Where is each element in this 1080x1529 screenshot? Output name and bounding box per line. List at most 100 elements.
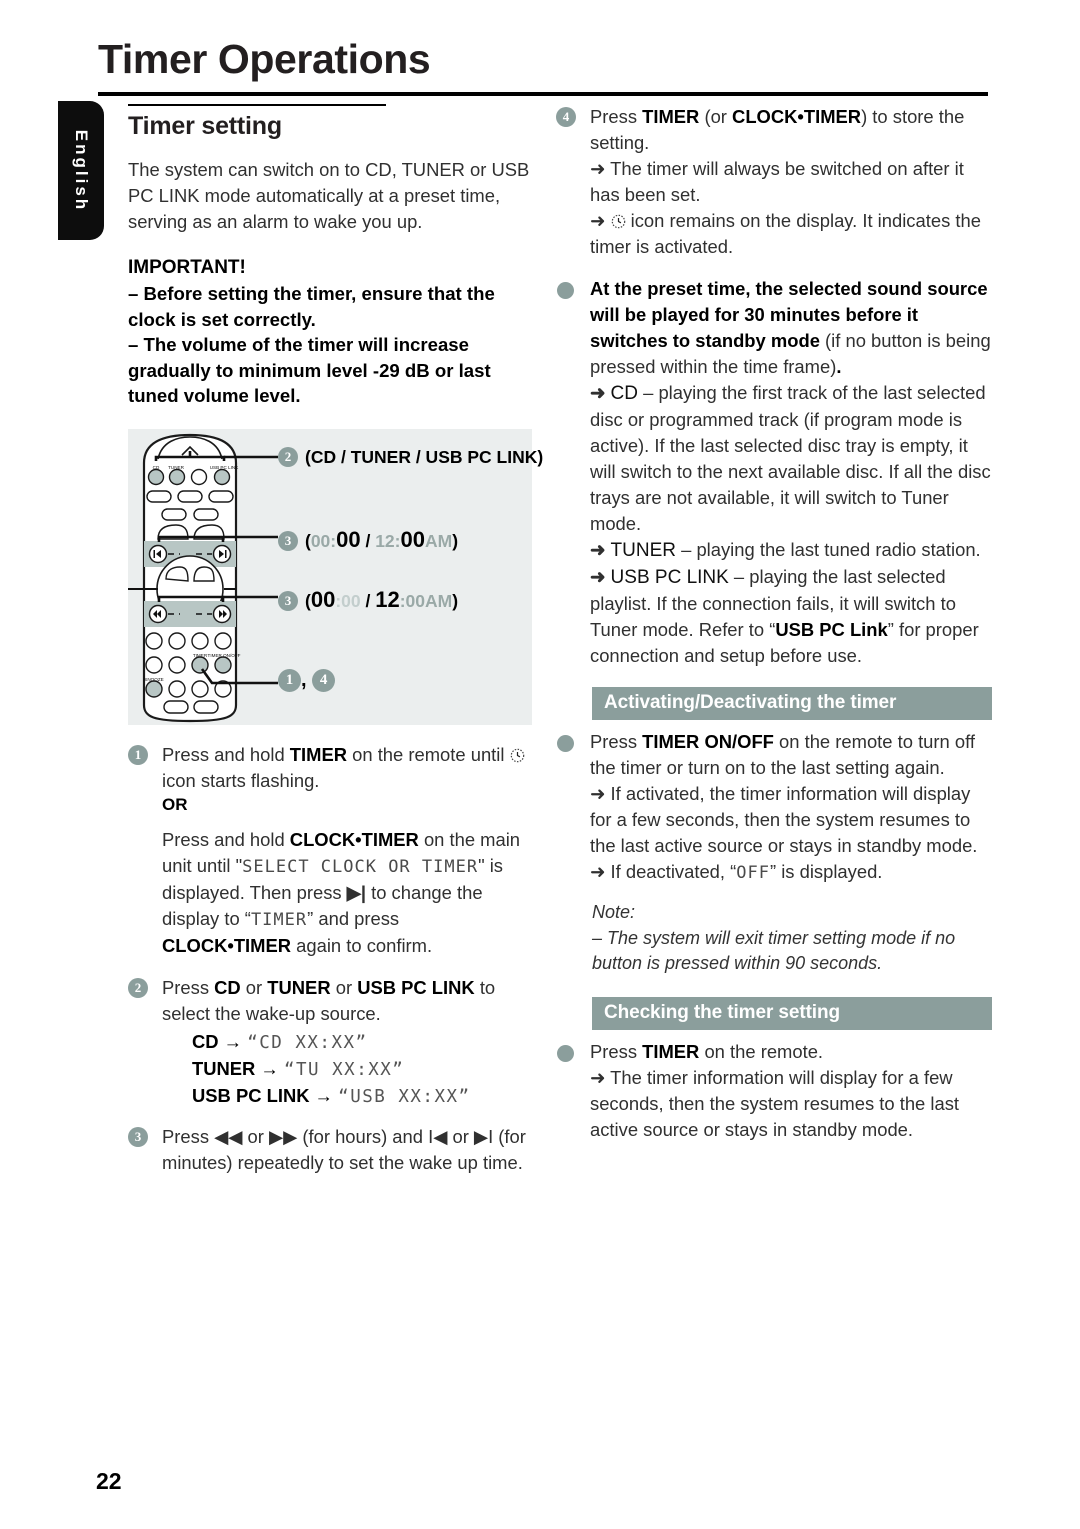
arrow-icon-cd: → <box>223 1031 243 1052</box>
checking-a: Press <box>590 1040 643 1062</box>
activating-arrow-2b: ” is displayed. <box>769 861 883 882</box>
activating-arrow-2: ➜ If deactivated, “ <box>590 861 737 882</box>
source-row-usb: USB PC LINK → “USB XX:XX” <box>162 1083 532 1110</box>
checking-text: Press TIMER on the remote. <box>590 1039 992 1065</box>
callout-number-3a: 3 <box>278 531 298 551</box>
step4-result-2-text: icon remains on the display. It indicate… <box>590 210 981 257</box>
important-item-2: – The volume of the timer will increase … <box>128 334 491 406</box>
paren-close-2: ) <box>452 591 459 611</box>
callout-number-3b: 3 <box>278 591 298 611</box>
preset-bold-b: . <box>836 356 842 377</box>
next-track-icon: ▶| <box>346 882 366 903</box>
callout-minutes: 3 (00:00 / 12:00AM) <box>278 527 458 553</box>
alt-clocktimer-label: CLOCK•TIMER <box>289 829 419 850</box>
preset-time-bullet: At the preset time, the selected sound s… <box>556 276 992 669</box>
activating-lcd-off: OFF <box>736 863 770 883</box>
source-label-usb: USB PC LINK <box>192 1085 310 1106</box>
callout-source-label: (CD / TUNER / USB PC LINK) <box>305 447 544 467</box>
page-number: 22 <box>96 1468 122 1494</box>
arrow-icon-1: ➜ <box>590 382 606 403</box>
step4-arrow-2: ➜ <box>590 210 611 231</box>
step4-timer-label: TIMER <box>642 106 700 127</box>
step1-timer-label: TIMER <box>289 744 348 765</box>
step-1: 1 Press and hold TIMER on the remote unt… <box>128 742 532 959</box>
preset-usb-line: ➜ USB PC LINK – playing the last selecte… <box>590 564 992 669</box>
checking-section: Checking the timer setting <box>592 996 992 1030</box>
language-tab-label: English <box>72 129 91 212</box>
manual-page: English Timer Operations Timer setting T… <box>0 0 1080 1529</box>
intro-paragraph: The system can switch on to CD, TUNER or… <box>128 159 530 232</box>
right-column: 4 Press TIMER (or CLOCK•TIMER) to store … <box>556 104 992 1143</box>
source-row-tuner: TUNER → “TU XX:XX” <box>162 1056 532 1083</box>
callout-number-2: 2 <box>278 447 298 467</box>
callout-source-select: 2 (CD / TUNER / USB PC LINK) <box>278 447 543 468</box>
checking-section-bar: Checking the timer setting <box>592 996 992 1030</box>
paren-close: ) <box>452 531 459 551</box>
arrow-icon-tuner: → <box>260 1058 279 1079</box>
preset-text: At the preset time, the selected sound s… <box>590 276 992 380</box>
preset-cd-line: ➜ CD – playing the first track of the la… <box>590 380 992 537</box>
hours-value12-black: 12 <box>375 587 400 612</box>
step-2-text: Press CD or TUNER or USB PC LINK to sele… <box>162 975 532 1027</box>
section-title: Timer setting <box>128 112 282 140</box>
step-number-2: 2 <box>128 978 148 998</box>
remote-control-diagram: CD TUNER USB PC LINK TIMER TIMER ON/OFF … <box>128 429 543 725</box>
alt-f: ” and press <box>307 908 400 929</box>
note-heading: Note: <box>592 902 636 922</box>
source-display-tuner: “TU XX:XX” <box>283 1060 405 1080</box>
alt-lcd-timer: TIMER <box>250 910 308 930</box>
hours-min-gray: :00 <box>335 591 361 611</box>
callout-separator-a: / <box>360 531 376 551</box>
source-label-cd: CD <box>192 1031 219 1052</box>
callout-number-4: 4 <box>312 669 336 692</box>
minutes-value12-black: 00 <box>400 527 425 552</box>
preset-tuner-line: ➜ TUNER – playing the last tuned radio s… <box>590 537 992 564</box>
callout-comma: , <box>301 669 313 691</box>
clock-icon <box>510 748 524 763</box>
checking-c: on the remote. <box>699 1040 824 1062</box>
bullet-icon-activating <box>557 735 574 752</box>
bullet-icon-preset <box>557 282 574 299</box>
step-4: 4 Press TIMER (or CLOCK•TIMER) to store … <box>556 104 992 260</box>
arrow-icon-usb: → <box>314 1085 334 1106</box>
preset-usb-link-ref: USB PC Link <box>775 619 888 640</box>
step1-a: Press and hold <box>162 744 290 765</box>
activating-result-2: ➜ If deactivated, “OFF” is displayed. <box>590 859 992 886</box>
callout-number-1: 1 <box>278 669 301 692</box>
callout-hours: 3 (00:00 / 12:00AM) <box>278 587 458 613</box>
clock-icon-2 <box>611 214 625 229</box>
checking-timer-label: TIMER <box>642 1040 700 1062</box>
step4-clocktimer-label: CLOCK•TIMER <box>732 106 862 127</box>
checking-result-1: ➜ The timer information will display for… <box>590 1066 960 1140</box>
step2-cd-label: CD <box>214 977 241 998</box>
title-divider <box>98 92 988 96</box>
activating-timer-onoff-label: TIMER ON/OFF <box>642 731 774 752</box>
activating-section: Activating/Deactivating the timer <box>592 687 992 720</box>
language-tab: English <box>58 101 104 240</box>
step2-a: Press <box>162 977 215 998</box>
minutes-ampm: AM <box>424 531 453 551</box>
step-2: 2 Press CD or TUNER or USB PC LINK to se… <box>128 975 532 1110</box>
alt-clocktimer-label-2: CLOCK•TIMER <box>162 935 292 956</box>
source-label-tuner: TUNER <box>192 1058 256 1079</box>
left-column-steps: 1 Press and hold TIMER on the remote unt… <box>128 742 532 1176</box>
step2-t2: or <box>330 977 358 998</box>
step1-c: on the remote until <box>347 744 510 765</box>
step4-result-2: ➜ icon remains on the display. It indica… <box>590 208 992 260</box>
preset-usb-label: USB PC LINK <box>610 567 729 588</box>
hours-min12-gray: :00AM <box>399 591 453 611</box>
step4-a: Press <box>590 106 643 127</box>
minutes-value-black: 00 <box>336 527 361 552</box>
step-number-4: 4 <box>556 107 576 127</box>
step4-result-1: ➜ The timer will always be switched on a… <box>590 158 964 205</box>
hours-value-black: 00 <box>310 587 336 612</box>
step2-t1: or <box>240 977 268 998</box>
source-display-usb: “USB XX:XX” <box>338 1087 471 1107</box>
activating-section-bar: Activating/Deactivating the timer <box>592 687 992 720</box>
preset-cd-text: – playing the first track of the last se… <box>590 382 991 534</box>
source-row-cd: CD → “CD XX:XX” <box>162 1029 532 1056</box>
minutes-hour12-gray: 12: <box>375 531 401 551</box>
source-display-cd: “CD XX:XX” <box>247 1033 368 1053</box>
preset-tuner-label: TUNER <box>610 540 676 561</box>
step1-d: icon starts flashing. <box>162 770 320 791</box>
